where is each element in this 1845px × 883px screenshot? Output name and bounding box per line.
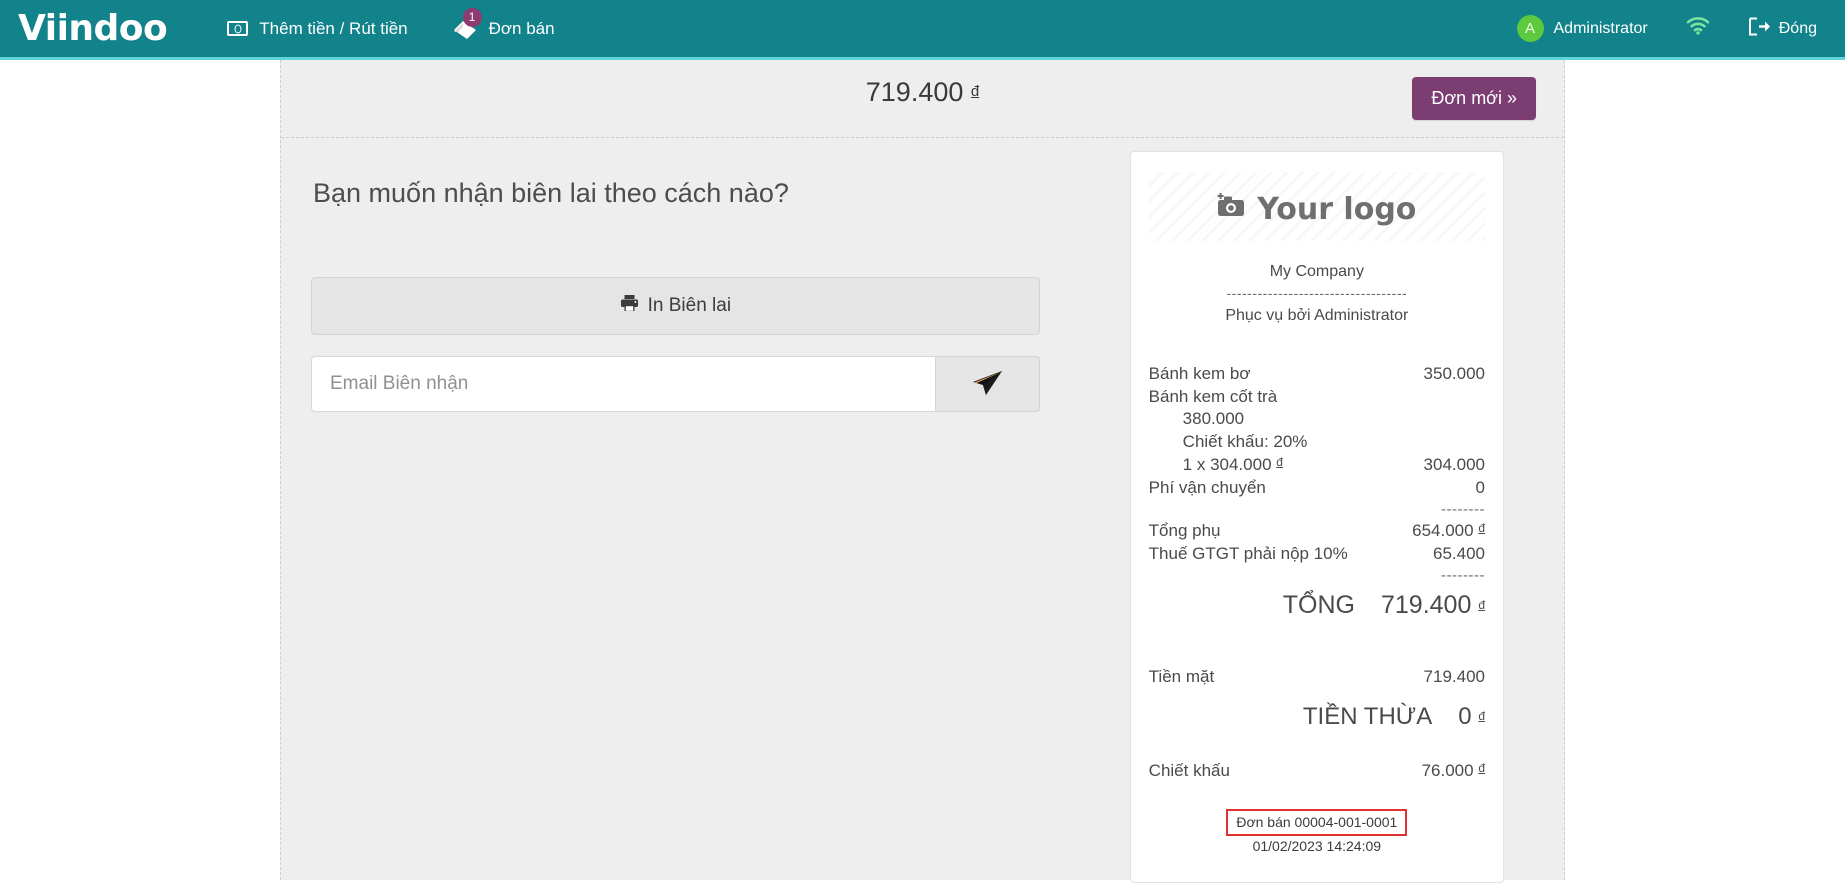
close-session-label: Đóng	[1779, 20, 1817, 38]
wifi-icon	[1686, 17, 1710, 40]
receipt-preview-column: Your logo My Company -------------------…	[1070, 138, 1564, 880]
receipt-order-number: Đơn bán 00004-001-0001	[1226, 809, 1407, 837]
receipt-discount-currency: đ	[1478, 761, 1485, 775]
receipt-total-currency: đ	[1478, 598, 1485, 612]
receipt-line: Chiết khấu: 20%	[1149, 431, 1485, 454]
receipt-line: Bánh kem bơ 350.000	[1149, 363, 1485, 386]
receipt-line-currency: đ	[1276, 455, 1283, 469]
main-split: Bạn muốn nhận biên lai theo cách nào? In…	[281, 138, 1564, 880]
receipt-change-label: TIỀN THỪA	[1303, 701, 1432, 733]
receipt-line: Bánh kem cốt trà	[1149, 386, 1485, 409]
receipt-line-name: Bánh kem cốt trà	[1149, 386, 1278, 409]
receipt-cash-amount: 719.400	[1424, 666, 1485, 689]
receipt-subtotal-value: 654.000	[1412, 521, 1473, 540]
order-total-amount: 719.400 đ	[281, 77, 1564, 108]
spacer	[1149, 622, 1485, 666]
receipt-line-items: Bánh kem bơ 350.000 Bánh kem cốt trà 380…	[1149, 363, 1485, 857]
nav-item-cash-in-out[interactable]: Thêm tiền / Rút tiền	[205, 0, 429, 57]
nav-items: Thêm tiền / Rút tiền 1 Đơn bán	[205, 0, 576, 57]
receipt-line-amount: 0	[1476, 477, 1485, 500]
ticket-icon: 1	[452, 17, 478, 41]
receipt-order-tag: Đơn bán 00004-001-0001	[1149, 809, 1485, 837]
nav-right-group: A Administrator	[1503, 0, 1845, 57]
print-receipt-button[interactable]: In Biên lai	[311, 277, 1040, 335]
receipt-line: 380.000	[1149, 408, 1485, 431]
receipt-subtotal-row: Tổng phụ 654.000 đ	[1149, 520, 1485, 543]
receipt-change-amount: 0 đ	[1458, 701, 1485, 733]
receipt-total-label: TỔNG	[1283, 589, 1355, 623]
send-email-button[interactable]	[935, 356, 1040, 412]
print-receipt-label: In Biên lai	[648, 295, 731, 317]
receipt-options-panel: Bạn muốn nhận biên lai theo cách nào? In…	[281, 138, 1070, 880]
receipt-total-row: TỔNG 719.400 đ	[1149, 589, 1485, 623]
cash-icon	[227, 21, 248, 36]
content-frame: 719.400 đ Đơn mới » Bạn muốn nhận biên l…	[280, 60, 1565, 880]
receipt-line-name: 1 x 304.000 đ	[1149, 454, 1283, 477]
camera-add-icon	[1217, 190, 1247, 231]
wifi-status-button[interactable]	[1668, 0, 1728, 57]
receipt-line: 1 x 304.000 đ 304.000	[1149, 454, 1485, 477]
receipt-total-amount: 719.400 đ	[1381, 589, 1485, 623]
top-navbar: Viindoo Thêm tiền / Rút tiền 1 Đơn bán A…	[0, 0, 1845, 57]
receipt-line-name: Bánh kem bơ	[1149, 363, 1251, 386]
nav-item-orders-label: Đơn bán	[489, 19, 555, 39]
receipt-line: Phí vận chuyển 0	[1149, 477, 1485, 500]
receipt-order-datetime: 01/02/2023 14:24:09	[1149, 837, 1485, 856]
nav-item-cash-in-out-label: Thêm tiền / Rút tiền	[259, 19, 407, 39]
spacer	[1149, 734, 1485, 760]
receipt-discount-row: Chiết khấu 76.000 đ	[1149, 760, 1485, 783]
page-body: 719.400 đ Đơn mới » Bạn muốn nhận biên l…	[0, 60, 1845, 880]
close-session-button[interactable]: Đóng	[1734, 0, 1831, 57]
receipt-rule: --------	[1149, 500, 1485, 520]
receipt-total-value: 719.400	[1381, 591, 1471, 619]
receipt-divider: -----------------------------------	[1149, 284, 1485, 303]
user-menu[interactable]: A Administrator	[1503, 0, 1662, 57]
user-name: Administrator	[1554, 20, 1648, 38]
receipt-tax-amount: 65.400	[1433, 543, 1485, 566]
receipt-discount-value: 76.000	[1422, 761, 1474, 780]
order-total-currency: đ	[971, 83, 979, 100]
email-receipt-row	[311, 356, 1040, 412]
receipt-logo-label: Your logo	[1257, 190, 1416, 231]
new-order-button[interactable]: Đơn mới »	[1412, 77, 1536, 120]
receipt-logo-block[interactable]: Your logo	[1149, 172, 1485, 241]
receipt-subtotal-amount: 654.000 đ	[1412, 520, 1485, 543]
receipt-line-amount: 304.000	[1424, 454, 1485, 477]
paper-plane-icon	[970, 368, 1004, 401]
receipt-change-currency: đ	[1478, 709, 1485, 723]
receipt-subtotal-label: Tổng phụ	[1149, 520, 1221, 543]
receipt-served-by: Phục vụ bởi Administrator	[1149, 305, 1485, 327]
receipt-logo: Your logo	[1217, 190, 1416, 231]
receipt-company-name: My Company	[1149, 261, 1485, 283]
summary-bar: 719.400 đ Đơn mới »	[281, 60, 1564, 138]
receipt-rule: --------	[1149, 566, 1485, 586]
receipt-preview: Your logo My Company -------------------…	[1130, 151, 1504, 883]
orders-count-badge: 1	[463, 8, 482, 27]
email-input[interactable]	[311, 356, 935, 412]
receipt-line-name: Chiết khấu: 20%	[1149, 431, 1308, 454]
receipt-tax-row: Thuế GTGT phải nộp 10% 65.400	[1149, 543, 1485, 566]
nav-item-orders[interactable]: 1 Đơn bán	[430, 0, 577, 57]
receipt-cash-row: Tiền mặt 719.400	[1149, 666, 1485, 689]
receipt-tax-label: Thuế GTGT phải nộp 10%	[1149, 543, 1348, 566]
page-title: Bạn muốn nhận biên lai theo cách nào?	[313, 178, 1040, 209]
brand-logo[interactable]: Viindoo	[18, 11, 167, 47]
order-total-value: 719.400	[866, 77, 964, 107]
receipt-cash-label: Tiền mặt	[1149, 666, 1215, 689]
receipt-change-value: 0	[1458, 703, 1471, 730]
avatar: A	[1517, 15, 1544, 42]
receipt-subtotal-currency: đ	[1478, 521, 1485, 535]
receipt-line-name: Phí vận chuyển	[1149, 477, 1266, 500]
receipt-discount-label: Chiết khấu	[1149, 760, 1230, 783]
receipt-line-name: 380.000	[1149, 408, 1244, 431]
logout-icon	[1748, 17, 1770, 41]
receipt-change-row: TIỀN THỪA 0 đ	[1149, 701, 1485, 733]
printer-icon	[620, 294, 639, 318]
receipt-line-amount: 350.000	[1424, 363, 1485, 386]
receipt-line-qty-price: 1 x 304.000	[1183, 455, 1272, 474]
receipt-discount-amount: 76.000 đ	[1422, 760, 1485, 783]
